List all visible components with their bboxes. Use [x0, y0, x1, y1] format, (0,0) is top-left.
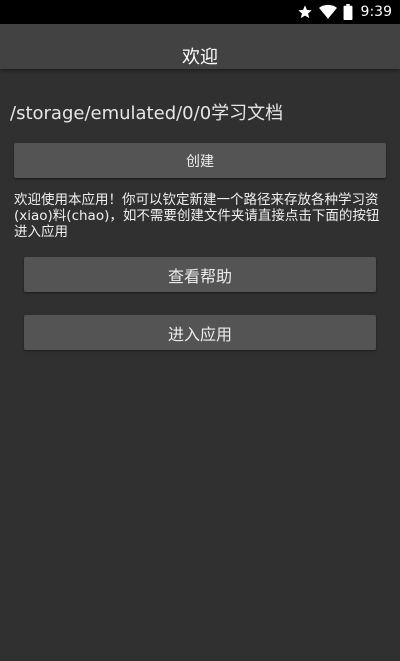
page-title: 欢迎	[182, 46, 218, 68]
status-bar: 9:39	[0, 0, 400, 24]
welcome-description: 欢迎使用本应用！你可以钦定新建一个路径来存放各种学习资(xiao)料(chao)…	[14, 192, 380, 240]
storage-path-text: /storage/emulated/0/0学习文档	[10, 103, 284, 124]
view-help-button[interactable]: 查看帮助	[24, 257, 376, 292]
enter-app-button[interactable]: 进入应用	[24, 315, 376, 350]
wifi-icon	[318, 4, 337, 20]
create-button[interactable]: 创建	[14, 143, 386, 178]
star-icon	[297, 4, 313, 20]
status-clock: 9:39	[360, 4, 392, 20]
app-bar: 欢迎	[0, 24, 400, 69]
battery-icon	[343, 4, 353, 20]
status-icons: 9:39	[297, 0, 392, 24]
